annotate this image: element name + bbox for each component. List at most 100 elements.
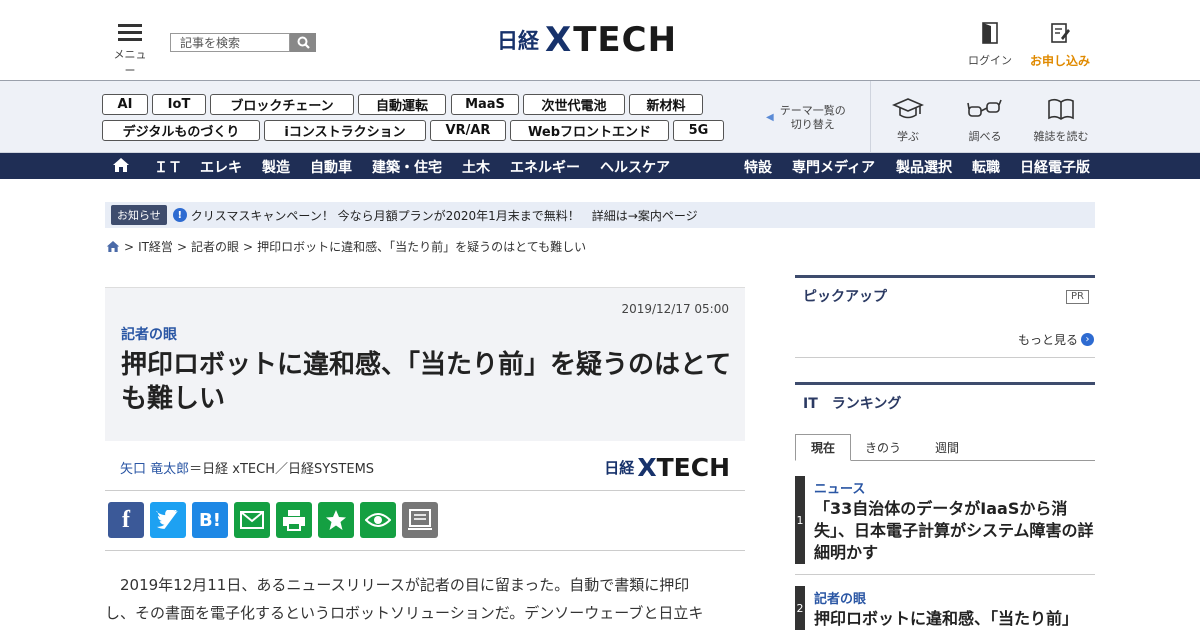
ranking-title: IT ランキング [803, 396, 902, 412]
facebook-share-button[interactable]: f [108, 502, 144, 538]
topic-tag-5g[interactable]: 5G [673, 120, 724, 141]
search-input[interactable] [170, 33, 290, 52]
topic-tag-battery[interactable]: 次世代電池 [523, 94, 625, 115]
signup-icon [1051, 23, 1070, 43]
tab-yesterday[interactable]: きのう [855, 434, 911, 461]
breadcrumb-separator: > [124, 239, 135, 254]
nav-item-healthcare[interactable]: ヘルスケア [600, 157, 670, 177]
menu-button[interactable]: メニュー [110, 22, 150, 78]
home-icon[interactable] [112, 157, 130, 173]
divider [795, 357, 1095, 358]
author-name[interactable]: 矢口 竜太郎 [120, 462, 189, 477]
topic-tag-material[interactable]: 新材料 [629, 94, 703, 115]
reader-mode-button[interactable] [402, 502, 438, 538]
nav-item-manufacturing[interactable]: 製造 [262, 157, 290, 177]
favorite-button[interactable] [318, 502, 354, 538]
topic-tag-blockchain[interactable]: ブロックチェーン [210, 94, 354, 115]
topic-tag-iconstruction[interactable]: iコンストラクション [264, 120, 426, 141]
rank-title[interactable]: 「33自治体のデータがIaaSから消失」、日本電子計算がシステム障害の詳細明かす [814, 498, 1094, 564]
breadcrumb-item-it-management[interactable]: IT経営 [138, 238, 173, 255]
topic-tag-autonomous[interactable]: 自動運転 [358, 94, 446, 115]
document-icon [408, 509, 432, 530]
divider [870, 81, 871, 153]
theme-switch[interactable]: ◀ テーマ一覧の 切り替え [766, 104, 846, 132]
theme-switch-line2: 切り替え [790, 118, 835, 131]
rank-category: ニュース [814, 482, 866, 497]
more-label: もっと見る [1017, 333, 1078, 347]
nav-item-electronics[interactable]: エレキ [200, 157, 242, 177]
logo-tech: TECH [656, 453, 730, 482]
topic-tag-maas[interactable]: MaaS [451, 94, 519, 115]
breadcrumb-separator: > [243, 239, 254, 254]
nav-item-career[interactable]: 転職 [972, 157, 1000, 177]
home-icon[interactable] [106, 240, 120, 253]
site-logo[interactable]: 日経 X TECH [497, 20, 677, 60]
learn-button[interactable]: 学ぶ [878, 97, 938, 144]
apply-button[interactable]: お申し込み [1028, 22, 1092, 69]
nav-item-automotive[interactable]: 自動車 [310, 157, 352, 177]
breadcrumb-item-column[interactable]: 記者の眼 [191, 238, 239, 255]
notice-bar[interactable]: お知らせ ! クリスマスキャンペーン！ 今なら月額プランが2020年1月末まで無… [105, 202, 1095, 228]
search-button[interactable] [290, 33, 316, 52]
nav-item-civil[interactable]: 土木 [462, 157, 490, 177]
article-body: 2019年12月11日、あるニュースリリースが記者の目に留まった。自動で書類に押… [105, 571, 745, 627]
more-link[interactable]: もっと見る › [1018, 331, 1094, 348]
nav-item-architecture[interactable]: 建築・住宅 [372, 157, 442, 177]
article-title: 押印ロボットに違和感、「当たり前」を疑うのはとても難しい [121, 350, 732, 414]
notice-text[interactable]: クリスマスキャンペーン！ 今なら月額プランが2020年1月末まで無料！ 詳細は→… [191, 207, 698, 224]
logo-tech: TECH [573, 20, 678, 60]
facebook-icon: f [122, 506, 130, 533]
star-icon [326, 510, 346, 530]
ranking-tabs: 現在 きのう 週間 [795, 434, 1095, 461]
magazine-label: 雑誌を読む [1033, 130, 1089, 143]
article-date: 2019/12/17 05:00 [621, 302, 729, 316]
nav-item-nikkei-digital[interactable]: 日経電子版 [1020, 157, 1090, 177]
article-header: 2019/12/17 05:00 記者の眼 押印ロボットに違和感、「当たり前」を… [105, 287, 745, 441]
breadcrumb: > IT経営 > 記者の眼 > 押印ロボットに違和感、「当たり前」を疑うのはとて… [106, 238, 586, 255]
email-share-button[interactable] [234, 502, 270, 538]
search-form [170, 33, 316, 52]
follow-button[interactable] [360, 502, 396, 538]
pickup-section: ピックアップ PR もっと見る › [795, 275, 1095, 365]
ranking-item[interactable]: 2 記者の眼 押印ロボットに違和感、「当たり前」 [795, 586, 1095, 630]
article-byline: 矢口 竜太郎＝日経 xTECH／日経SYSTEMS 日経 X TECH [105, 441, 745, 491]
tab-weekly[interactable]: 週間 [919, 434, 975, 461]
pr-badge: PR [1066, 290, 1089, 304]
ranking-section: IT ランキング [795, 382, 1095, 422]
rank-title[interactable]: 押印ロボットに違和感、「当たり前」 [814, 608, 1094, 630]
nav-item-energy[interactable]: エネルギー [510, 157, 580, 177]
envelope-icon [240, 511, 264, 529]
twitter-share-button[interactable] [150, 502, 186, 538]
eye-icon [365, 513, 391, 527]
tab-current[interactable]: 現在 [795, 434, 851, 461]
printer-icon [283, 510, 305, 531]
ranking-item[interactable]: 1 ニュース 「33自治体のデータがIaaSから消失」、日本電子計算がシステム障… [795, 476, 1095, 564]
article-body-line: 2019年12月11日、あるニュースリリースが記者の目に留まった。自動で書類に押… [105, 576, 690, 594]
login-button[interactable]: ログイン [968, 22, 1012, 68]
nav-item-special[interactable]: 特設 [744, 157, 772, 177]
rank-number: 2 [795, 586, 805, 630]
research-button[interactable]: 調べる [955, 97, 1015, 144]
magazine-button[interactable]: 雑誌を読む [1031, 97, 1091, 144]
nav-item-products[interactable]: 製品選択 [896, 157, 952, 177]
twitter-bird-icon [156, 510, 178, 529]
door-icon [982, 22, 998, 44]
search-icon [297, 36, 310, 49]
hatena-bookmark-button[interactable]: B! [192, 502, 228, 538]
divider [795, 574, 1095, 575]
topic-tag-iot[interactable]: IoT [152, 94, 206, 115]
logo-x: X [545, 20, 572, 60]
article-category[interactable]: 記者の眼 [121, 324, 177, 344]
topic-tag-vrar[interactable]: VR/AR [430, 120, 506, 141]
info-icon: ! [172, 208, 187, 222]
hatena-icon: B! [199, 509, 221, 531]
logo-x: X [637, 453, 657, 482]
print-button[interactable] [276, 502, 312, 538]
topic-tag-monozukuri[interactable]: デジタルものづくり [102, 120, 260, 141]
breadcrumb-item-current: 押印ロボットに違和感、「当たり前」を疑うのはとても難しい [257, 240, 587, 254]
nav-item-media[interactable]: 専門メディア [792, 157, 875, 177]
topic-tag-webfrontend[interactable]: Webフロントエンド [510, 120, 669, 141]
nav-item-it[interactable]: ＩＴ [154, 157, 182, 177]
author-affiliation: ＝日経 xTECH／日経SYSTEMS [189, 462, 375, 477]
topic-tag-ai[interactable]: AI [102, 94, 148, 115]
